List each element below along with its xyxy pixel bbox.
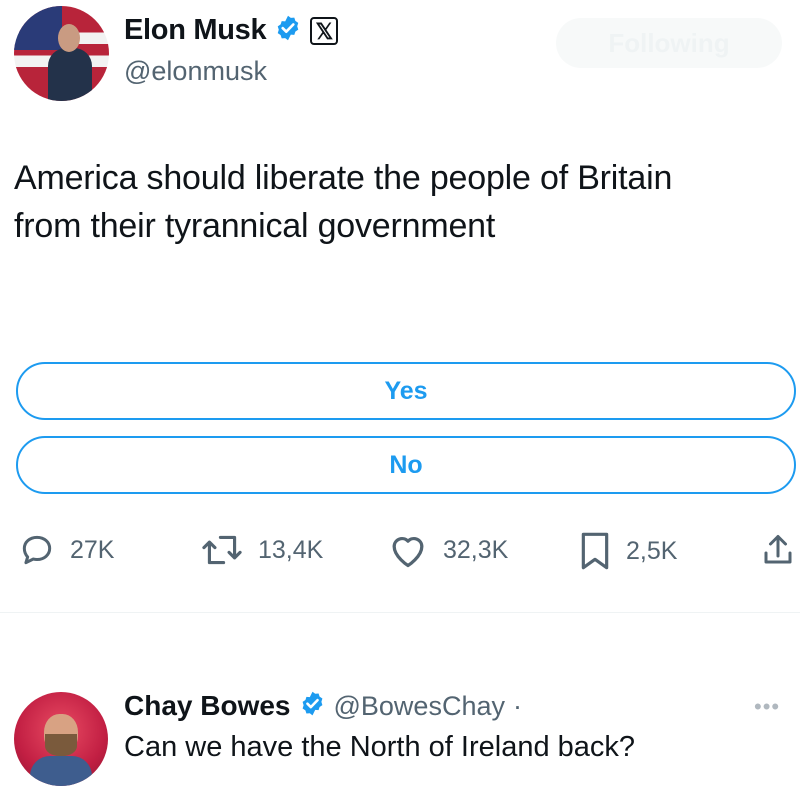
share-icon bbox=[760, 531, 796, 569]
verified-badge-icon bbox=[274, 14, 302, 47]
reply-header: Chay Bowes @BowesChay · bbox=[124, 690, 522, 722]
tweet-text: America should liberate the people of Br… bbox=[14, 154, 774, 250]
ellipsis-icon[interactable]: ••• bbox=[754, 694, 780, 720]
reply-author-handle[interactable]: @BowesChay bbox=[334, 691, 505, 722]
poll-option-yes[interactable]: Yes bbox=[16, 362, 796, 420]
reply-text: Can we have the North of Ireland back? bbox=[124, 731, 636, 763]
author-name-row: Elon Musk 𝕏 bbox=[124, 14, 339, 47]
like-action[interactable]: 32,3K bbox=[387, 531, 508, 569]
poll-option-no[interactable]: No bbox=[16, 436, 796, 494]
author-handle[interactable]: @elonmusk bbox=[124, 56, 267, 87]
bookmark-action[interactable]: 2,5K bbox=[578, 531, 677, 571]
reply-avatar[interactable] bbox=[14, 692, 108, 786]
reply-separator: · bbox=[512, 690, 522, 721]
reply-action[interactable]: 27K bbox=[18, 531, 114, 569]
like-count: 32,3K bbox=[443, 535, 509, 564]
tweet-text-line-2: from their tyrannical government bbox=[14, 207, 496, 245]
follow-button[interactable]: Following bbox=[556, 18, 782, 68]
retweet-icon bbox=[200, 531, 244, 569]
reply-icon bbox=[18, 531, 56, 569]
reply-author-name[interactable]: Chay Bowes bbox=[124, 690, 291, 722]
reply-verified-badge-icon bbox=[299, 690, 326, 722]
bookmark-icon bbox=[578, 531, 612, 571]
bookmark-count: 2,5K bbox=[626, 536, 678, 565]
x-logo-icon: 𝕏 bbox=[310, 16, 339, 45]
share-action[interactable] bbox=[760, 531, 796, 569]
reply-count: 27K bbox=[70, 535, 115, 564]
divider bbox=[0, 612, 800, 613]
author-avatar[interactable] bbox=[14, 6, 109, 101]
retweet-count: 13,4K bbox=[258, 535, 324, 564]
tweet-text-line-1: America should liberate the people of Br… bbox=[14, 159, 673, 197]
heart-icon bbox=[387, 531, 429, 569]
retweet-action[interactable]: 13,4K bbox=[200, 531, 323, 569]
author-name[interactable]: Elon Musk bbox=[124, 14, 267, 47]
